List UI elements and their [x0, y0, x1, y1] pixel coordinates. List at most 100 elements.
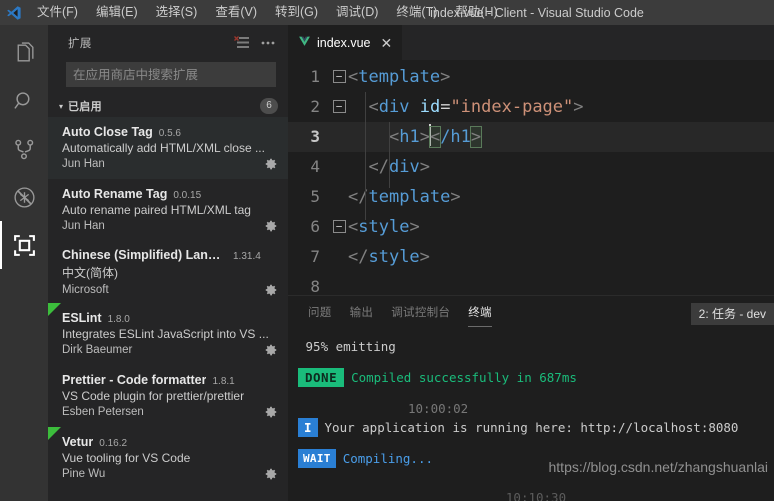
fold-toggle[interactable]: − — [330, 212, 348, 242]
vue-file-icon — [298, 35, 311, 51]
list-item[interactable]: Prettier - Code formatter 1.8.1 VS Code … — [48, 365, 288, 427]
tab-index-vue[interactable]: index.vue ✕ — [288, 25, 404, 60]
section-enabled-label: 已启用 — [68, 101, 102, 113]
source-control-icon[interactable] — [0, 125, 48, 173]
menu-view[interactable]: 查看(V) — [206, 0, 266, 25]
search-icon[interactable] — [0, 77, 48, 125]
wait-badge: WAIT — [298, 449, 336, 468]
sidebar-header: 扩展 — [48, 25, 288, 60]
gear-icon[interactable] — [264, 283, 278, 297]
extension-version: 0.16.2 — [99, 438, 128, 449]
info-badge: I — [298, 418, 318, 437]
info-text: Your application is running here: http:/… — [324, 420, 739, 435]
tab-debug-console[interactable]: 调试控制台 — [391, 296, 450, 331]
files-explorer-icon[interactable] — [0, 29, 48, 77]
section-enabled-header[interactable]: ▾ 已启用 6 — [48, 95, 288, 117]
gear-icon[interactable] — [264, 343, 278, 357]
extension-name: Auto Close Tag — [62, 125, 153, 139]
watermark: https://blog.csdn.net/zhangshuanlai — [548, 459, 769, 475]
extension-description: Automatically add HTML/XML close ... — [62, 141, 265, 155]
sidebar-title: 扩展 — [68, 37, 92, 50]
editor-group: index.vue ✕ 1 − <template> 2 − <div id="… — [288, 25, 774, 501]
panel-actions: 2: 任务 - dev — [690, 296, 774, 331]
timestamp-clipped: 10:10:30 — [505, 490, 567, 501]
gear-icon[interactable] — [264, 219, 278, 233]
line-number: 7 — [310, 247, 320, 266]
extension-name: Vetur — [62, 435, 94, 449]
extension-description: 中文(简体) — [62, 265, 118, 280]
code-line-current: 3 <h1></h1> — [288, 122, 774, 152]
extension-name: Chinese (Simplified) Langua... — [62, 247, 227, 262]
sidebar-actions — [234, 35, 280, 50]
extension-description: Integrates ESLint JavaScript into VS ... — [62, 327, 269, 341]
extension-version: 1.8.0 — [107, 314, 130, 325]
tab-terminal[interactable]: 终端 — [468, 296, 492, 331]
extensions-icon[interactable] — [0, 221, 48, 269]
extension-version: 1.8.1 — [212, 376, 235, 387]
done-badge: DONE — [298, 368, 345, 387]
line-number: 8 — [310, 277, 320, 295]
terminal-selector[interactable]: 2: 任务 - dev — [690, 302, 774, 325]
terminal-line-timestamp: 10:00:02 — [298, 399, 774, 418]
line-number: 2 — [310, 97, 320, 116]
extension-publisher: Jun Han — [62, 220, 105, 232]
tab-label: index.vue — [317, 35, 371, 50]
menu-edit[interactable]: 编辑(E) — [87, 0, 147, 25]
gear-icon[interactable] — [264, 405, 278, 419]
menu-file[interactable]: 文件(F) — [28, 0, 87, 25]
progress-text: 95% emitting — [298, 339, 396, 354]
more-actions-icon[interactable] — [260, 36, 276, 50]
line-content: <div id="index-page"> — [368, 97, 584, 117]
fold-toggle[interactable]: − — [330, 62, 348, 92]
menu-selection[interactable]: 选择(S) — [147, 0, 207, 25]
extension-publisher: Pine Wu — [62, 468, 106, 480]
sidebar-extensions: 扩展 在应用商店中搜索扩展 ▾ 已启用 6 Auto Close Tag 0.5… — [48, 25, 288, 501]
wait-text: Compiling... — [342, 451, 434, 466]
list-item[interactable]: Auto Rename Tag 0.0.15 Auto rename paire… — [48, 179, 288, 241]
menu-go[interactable]: 转到(G) — [266, 0, 327, 25]
tab-output[interactable]: 输出 — [350, 296, 374, 331]
run-and-debug-icon[interactable] — [0, 173, 48, 221]
line-number: 4 — [310, 157, 320, 176]
activity-bar — [0, 25, 48, 501]
line-content: </style> — [348, 247, 430, 267]
line-number: 5 — [310, 187, 320, 206]
tab-problems[interactable]: 问题 — [308, 296, 332, 331]
editor-tab-bar: index.vue ✕ — [288, 25, 774, 60]
extensions-search-wrap — [48, 60, 288, 95]
code-line: 1 − <template> — [288, 62, 774, 92]
clear-filter-icon[interactable] — [234, 35, 250, 50]
extension-version: 0.0.15 — [173, 190, 202, 201]
list-item[interactable]: Auto Close Tag 0.5.6 Automatically add H… — [48, 117, 288, 179]
list-item[interactable]: Chinese (Simplified) Langua... 1.31.4 中文… — [48, 241, 288, 303]
list-item[interactable]: Vetur 0.16.2 Vue tooling for VS Code Pin… — [48, 427, 288, 489]
fold-toggle[interactable]: − — [330, 92, 348, 122]
menu-terminal[interactable]: 终端(T) — [387, 0, 446, 25]
extension-publisher: Dirk Baeumer — [62, 344, 133, 356]
terminal-line-done: DONE Compiled successfully in 687ms — [298, 368, 774, 387]
line-content: <template> — [348, 67, 451, 87]
terminal-output[interactable]: 95% emitting DONE Compiled successfully … — [288, 331, 774, 501]
close-icon[interactable]: ✕ — [381, 36, 393, 50]
workbench-body: 扩展 在应用商店中搜索扩展 ▾ 已启用 6 Auto Close Tag 0.5… — [0, 25, 774, 501]
line-number: 3 — [310, 127, 320, 146]
title-bar: 文件(F) 编辑(E) 选择(S) 查看(V) 转到(G) 调试(D) 终端(T… — [0, 0, 774, 25]
vscode-window: 文件(F) 编辑(E) 选择(S) 查看(V) 转到(G) 调试(D) 终端(T… — [0, 0, 774, 501]
extension-name: ESLint — [62, 311, 102, 325]
extension-publisher: Microsoft — [62, 283, 109, 296]
extension-version: 1.31.4 — [233, 250, 261, 262]
menu-debug[interactable]: 调试(D) — [327, 0, 387, 25]
list-item[interactable]: ESLint 1.8.0 Integrates ESLint JavaScrip… — [48, 303, 288, 365]
menu-help[interactable]: 帮助(H) — [446, 0, 506, 25]
gear-icon[interactable] — [264, 157, 278, 171]
extension-publisher: Jun Han — [62, 158, 105, 170]
menu-bar[interactable]: 文件(F) 编辑(E) 选择(S) 查看(V) 转到(G) 调试(D) 终端(T… — [28, 0, 507, 25]
code-line: 5 </template> — [288, 182, 774, 212]
code-line: 7 </style> — [288, 242, 774, 272]
gear-icon[interactable] — [264, 467, 278, 481]
search-input[interactable] — [66, 62, 276, 87]
code-editor[interactable]: 1 − <template> 2 − <div id="index-page">… — [288, 60, 774, 295]
